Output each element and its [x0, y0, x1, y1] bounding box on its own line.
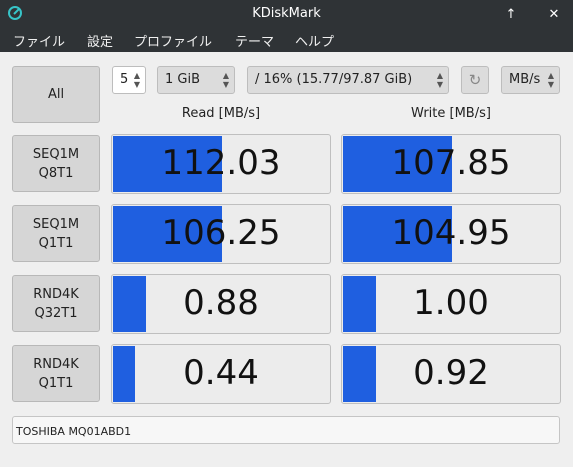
rnd4k-q1t1-button[interactable]: RND4K Q1T1 [12, 345, 100, 402]
write-value: 104.95 [391, 213, 511, 253]
seq1m-q1t1-button[interactable]: SEQ1M Q1T1 [12, 205, 100, 262]
menu-profile[interactable]: プロファイル [134, 31, 212, 50]
test-queue-label: Q8T1 [38, 165, 74, 181]
read-value: 112.03 [161, 143, 281, 183]
test-queue-label: Q1T1 [38, 235, 74, 251]
kdiskmark-window: KDiskMark ↑ ✕ ファイル 設定 プロファイル テーマ ヘルプ All… [0, 0, 573, 467]
menu-theme[interactable]: テーマ [235, 31, 274, 50]
write-result-rnd4k-q32t1: 1.00 [341, 274, 561, 334]
runs-value: 5 [120, 72, 129, 87]
write-result-rnd4k-q1t1: 0.92 [341, 344, 561, 404]
read-value: 0.44 [183, 353, 259, 393]
target-select[interactable]: / 16% (15.77/97.87 GiB) ▲ ▼ [247, 66, 449, 94]
test-type-label: SEQ1M [32, 146, 80, 162]
close-icon[interactable]: ✕ [545, 5, 563, 23]
write-header: Write [MB/s] [411, 106, 491, 121]
test-type-label: RND4K [33, 356, 79, 372]
menu-file[interactable]: ファイル [13, 31, 65, 50]
test-queue-label: Q1T1 [38, 375, 74, 391]
test-type-label: SEQ1M [32, 216, 80, 232]
write-result-seq1m-q1t1: 104.95 [341, 204, 561, 264]
title-bar: KDiskMark ↑ ✕ [0, 0, 573, 28]
arrow-up-icon[interactable]: ↑ [502, 5, 520, 23]
menu-bar: ファイル 設定 プロファイル テーマ ヘルプ [0, 28, 573, 52]
test-queue-label: Q32T1 [34, 305, 78, 321]
read-header: Read [MB/s] [181, 106, 261, 121]
size-value: 1 GiB [165, 72, 201, 87]
chevron-updown-icon: ▲ ▼ [436, 71, 443, 89]
write-value: 0.92 [413, 353, 489, 393]
menu-settings[interactable]: 設定 [87, 31, 113, 50]
read-result-rnd4k-q32t1: 0.88 [111, 274, 331, 334]
chevron-updown-icon: ▲ ▼ [547, 71, 554, 89]
seq1m-q8t1-button[interactable]: SEQ1M Q8T1 [12, 135, 100, 192]
read-value: 106.25 [161, 213, 281, 253]
unit-value: MB/s [509, 72, 541, 87]
window-title: KDiskMark [252, 6, 321, 21]
refresh-icon: ↻ [468, 71, 482, 89]
read-result-seq1m-q8t1: 112.03 [111, 134, 331, 194]
refresh-button[interactable]: ↻ [461, 66, 489, 94]
read-result-rnd4k-q1t1: 0.44 [111, 344, 331, 404]
read-result-seq1m-q1t1: 106.25 [111, 204, 331, 264]
chevron-updown-icon: ▲ ▼ [222, 71, 229, 89]
menu-help[interactable]: ヘルプ [295, 31, 334, 50]
write-value: 107.85 [391, 143, 511, 183]
all-button[interactable]: All [12, 66, 100, 123]
size-select[interactable]: 1 GiB ▲ ▼ [157, 66, 235, 94]
runs-spinbox[interactable]: 5 ▲ ▼ [112, 66, 146, 94]
read-value: 0.88 [183, 283, 259, 323]
write-value: 1.00 [413, 283, 489, 323]
rnd4k-q32t1-button[interactable]: RND4K Q32T1 [12, 275, 100, 332]
unit-select[interactable]: MB/s ▲ ▼ [501, 66, 560, 94]
spin-arrows-icon[interactable]: ▲ ▼ [134, 71, 140, 89]
write-result-seq1m-q8t1: 107.85 [341, 134, 561, 194]
device-info-field: TOSHIBA MQ01ABD1 [12, 416, 560, 444]
test-type-label: RND4K [33, 286, 79, 302]
target-value: / 16% (15.77/97.87 GiB) [255, 72, 413, 87]
